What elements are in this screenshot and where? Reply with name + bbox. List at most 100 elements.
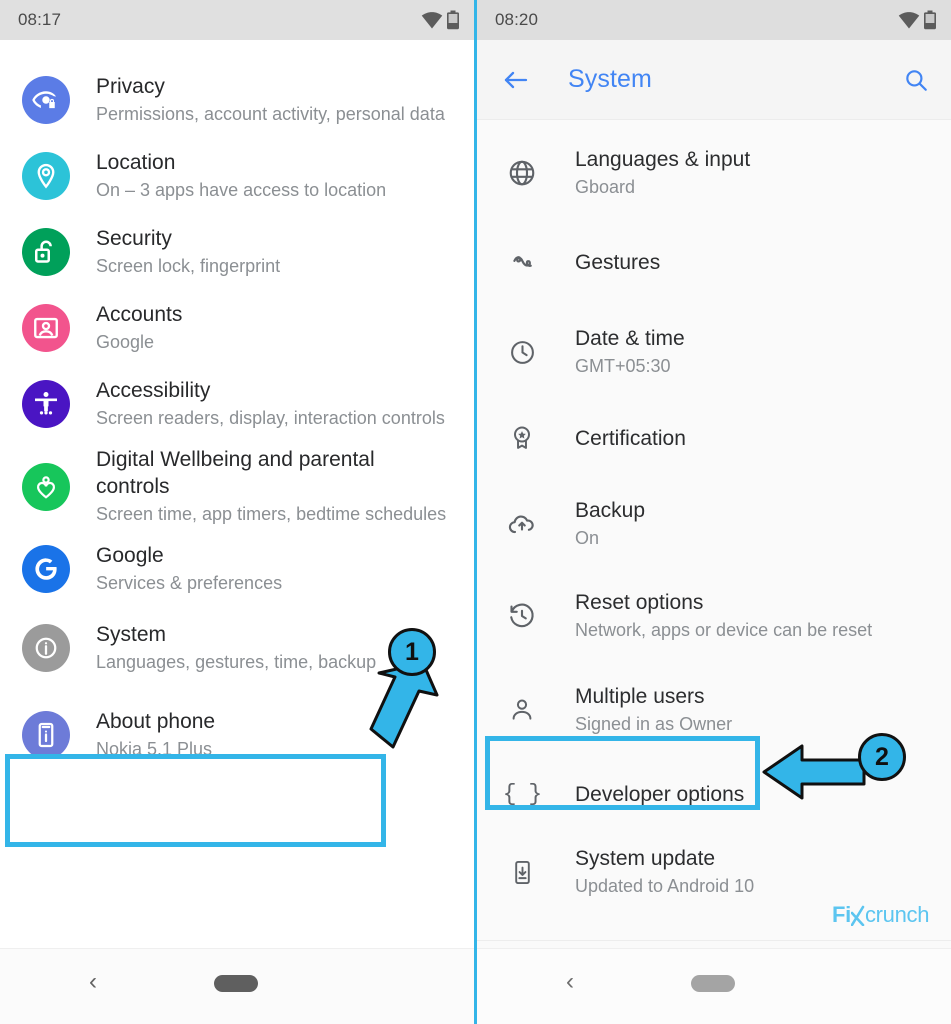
settings-row-privacy[interactable]: Privacy Permissions, account activity, p…	[0, 62, 474, 138]
settings-row-texts: Developer options	[575, 781, 744, 808]
settings-row-backup[interactable]: Backup On	[477, 480, 951, 568]
battery-icon	[446, 10, 460, 30]
arrow-back-icon[interactable]	[499, 63, 533, 97]
settings-row-google[interactable]: Google Services & preferences	[0, 531, 474, 607]
certification-award-icon	[505, 421, 539, 455]
settings-row-texts: Certification	[575, 425, 686, 452]
settings-row-security[interactable]: Security Screen lock, fingerprint	[0, 214, 474, 290]
watermark-rest-part: crunch	[864, 902, 930, 927]
settings-row-title: System	[96, 623, 167, 646]
settings-row-reset-options[interactable]: Reset options Network, apps or device ca…	[477, 568, 951, 664]
globe-icon	[505, 156, 539, 190]
settings-row-title: Accessibility	[96, 379, 211, 402]
nav-home-pill[interactable]	[691, 975, 735, 992]
settings-row-texts: Accessibility Screen readers, display, i…	[96, 377, 445, 431]
settings-row-texts: Google Services & preferences	[96, 542, 282, 596]
settings-row-title: Developer options	[575, 782, 745, 806]
settings-row-title: Certification	[575, 426, 686, 450]
security-unlocked-padlock-icon	[22, 228, 70, 276]
settings-row-title: Location	[96, 151, 176, 174]
list-bottom-divider	[477, 940, 951, 941]
settings-row-date-time[interactable]: Date & time GMT+05:30	[477, 308, 951, 396]
callout-badge-2: 2	[858, 733, 906, 781]
settings-row-gestures[interactable]: Gestures	[477, 216, 951, 308]
settings-row-title: Google	[96, 544, 164, 567]
settings-row-subtitle: Google	[96, 332, 155, 352]
settings-row-subtitle: Permissions, account activity, personal …	[96, 104, 445, 124]
right-status-bar: 08:20	[477, 0, 951, 40]
settings-row-title: System update	[575, 847, 716, 870]
accessibility-body-icon	[22, 380, 70, 428]
settings-row-texts: Security Screen lock, fingerprint	[96, 225, 280, 279]
google-g-icon	[22, 545, 70, 593]
settings-row-texts: System Languages, gestures, time, backup	[96, 621, 376, 675]
settings-row-texts: Backup On	[575, 497, 645, 551]
system-update-phone-icon	[505, 855, 539, 889]
settings-row-subtitle: Screen readers, display, interaction con…	[96, 408, 445, 428]
nav-back-icon[interactable]: ‹	[78, 967, 108, 997]
settings-row-title: About phone	[96, 710, 216, 733]
about-phone-icon	[22, 711, 70, 759]
settings-row-certification[interactable]: Certification	[477, 396, 951, 480]
settings-row-texts: About phone Nokia 5.1 Plus	[96, 708, 215, 762]
settings-row-accounts[interactable]: Accounts Google	[0, 290, 474, 366]
settings-row-title: Accounts	[96, 303, 183, 326]
digital-wellbeing-heart-icon	[22, 462, 70, 511]
privacy-eye-lock-icon	[22, 76, 70, 124]
screenshot-root: 08:17 Privacy Permissions, account activ…	[0, 0, 951, 1024]
settings-row-title: Reset options	[575, 591, 704, 614]
settings-row-subtitle: GMT+05:30	[575, 356, 671, 376]
battery-icon	[923, 10, 937, 30]
settings-row-texts: Reset options Network, apps or device ca…	[575, 589, 872, 643]
settings-row-digital-wellbeing[interactable]: Digital Wellbeing and parental controls …	[0, 442, 474, 531]
status-bar-icons	[421, 10, 460, 30]
settings-row-title: Date & time	[575, 327, 685, 350]
settings-row-texts: Date & time GMT+05:30	[575, 325, 685, 379]
settings-row-title: Digital Wellbeing and parental controls	[96, 448, 375, 498]
wifi-icon	[898, 11, 920, 29]
settings-row-title: Gestures	[575, 250, 661, 274]
settings-row-subtitle: Network, apps or device can be reset	[575, 620, 873, 640]
settings-row-texts: Accounts Google	[96, 301, 182, 355]
accounts-person-card-icon	[22, 304, 70, 352]
person-icon	[505, 693, 539, 727]
settings-row-texts: System update Updated to Android 10	[575, 845, 754, 899]
settings-row-texts: Gestures	[575, 249, 660, 276]
settings-row-languages-input[interactable]: Languages & input Gboard	[477, 130, 951, 216]
settings-row-subtitle: On	[575, 528, 600, 548]
nav-home-pill[interactable]	[214, 975, 258, 992]
wifi-icon	[421, 11, 443, 29]
settings-row-title: Security	[96, 227, 172, 250]
callout-arrow-2	[762, 744, 866, 800]
right-nav-bar: ‹	[477, 948, 951, 1024]
system-settings-list: Languages & input Gboard Gestures Date &…	[477, 120, 951, 912]
panel-divider	[474, 0, 477, 1024]
left-phone-panel: 08:17 Privacy Permissions, account activ…	[0, 0, 474, 1024]
settings-row-accessibility[interactable]: Accessibility Screen readers, display, i…	[0, 366, 474, 442]
status-bar-time: 08:20	[495, 10, 539, 29]
settings-row-subtitle: Updated to Android 10	[575, 876, 755, 896]
callout-badge-1: 1	[388, 628, 436, 676]
cloud-upload-icon	[505, 507, 539, 541]
curly-braces-icon: { }	[502, 781, 542, 807]
settings-row-location[interactable]: Location On – 3 apps have access to loca…	[0, 138, 474, 214]
settings-row-system-update[interactable]: System update Updated to Android 10	[477, 832, 951, 912]
nav-back-icon[interactable]: ‹	[555, 967, 585, 997]
settings-row-subtitle: Services & preferences	[96, 573, 283, 593]
settings-row-texts: Privacy Permissions, account activity, p…	[96, 73, 445, 127]
right-phone-panel: 08:20 System Languages & input Gboard Ge…	[477, 0, 951, 1024]
settings-row-title: Backup	[575, 499, 646, 522]
system-app-bar: System	[477, 40, 951, 120]
settings-row-subtitle: Gboard	[575, 177, 636, 197]
watermark-fixcrunch: Fi crunch	[832, 902, 929, 928]
page-title: System	[568, 65, 652, 93]
gesture-swirl-icon	[505, 245, 539, 279]
search-icon[interactable]	[899, 63, 933, 97]
status-bar-time: 08:17	[18, 10, 62, 29]
settings-row-title: Multiple users	[575, 685, 705, 708]
settings-row-title: Privacy	[96, 75, 165, 98]
settings-row-subtitle: Languages, gestures, time, backup	[96, 652, 377, 672]
left-status-bar: 08:17	[0, 0, 474, 40]
status-bar-icons	[898, 10, 937, 30]
settings-row-texts: Location On – 3 apps have access to loca…	[96, 149, 386, 203]
